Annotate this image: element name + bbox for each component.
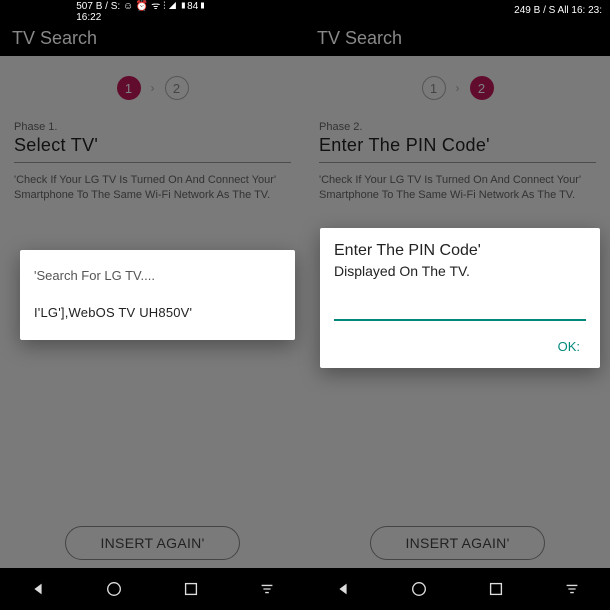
- home-icon[interactable]: [410, 580, 428, 598]
- dialog-title: 'Search For LG TV....: [34, 268, 281, 283]
- app-title: TV Search: [12, 28, 97, 49]
- insert-again-button[interactable]: INSERT AGAIN': [370, 526, 544, 560]
- step-2[interactable]: 2: [470, 76, 494, 100]
- app-bar: TV Search: [0, 21, 305, 56]
- app-title: TV Search: [317, 28, 402, 49]
- step-1[interactable]: 1: [117, 76, 141, 100]
- ok-button[interactable]: OK:: [334, 321, 586, 358]
- search-tv-dialog: 'Search For LG TV.... I'LG'],WebOS TV UH…: [20, 250, 295, 340]
- stepper: 1 › 2: [0, 56, 305, 115]
- insert-again-button[interactable]: INSERT AGAIN': [65, 526, 239, 560]
- pin-input[interactable]: [334, 293, 586, 321]
- recent-icon[interactable]: [182, 580, 200, 598]
- status-bar: 507 B / S: ☺ ⏰ ᯤ ⫶ ◢ ▮84▮ 16:22: [0, 0, 305, 21]
- step-2[interactable]: 2: [165, 76, 189, 100]
- back-icon[interactable]: [334, 580, 352, 598]
- step-1[interactable]: 1: [422, 76, 446, 100]
- help-text: 'Check If Your LG TV Is Turned On And Co…: [0, 163, 305, 213]
- phase-header: Phase 2. Enter The PIN Code': [305, 115, 610, 156]
- recent-icon[interactable]: [487, 580, 505, 598]
- chevron-right-icon: ›: [151, 81, 155, 95]
- phase-label: Phase 1.: [14, 121, 291, 133]
- chevron-right-icon: ›: [456, 81, 460, 95]
- back-icon[interactable]: [29, 580, 47, 598]
- phase-label: Phase 2.: [319, 121, 596, 133]
- menu-icon[interactable]: [258, 580, 276, 598]
- phase-title: Select TV': [14, 135, 291, 156]
- pin-dialog: Enter The PIN Code' Displayed On The TV.…: [320, 228, 600, 368]
- status-text-right: 249 B / S All 16: 23:: [514, 5, 602, 16]
- phase-header: Phase 1. Select TV': [0, 115, 305, 156]
- phone-right: 249 B / S All 16: 23: TV Search 1 › 2 Ph…: [305, 0, 610, 610]
- dialog-subtitle: Displayed On The TV.: [334, 263, 586, 279]
- dialog-title: Enter The PIN Code': [334, 242, 586, 260]
- phone-left: 507 B / S: ☺ ⏰ ᯤ ⫶ ◢ ▮84▮ 16:22 TV Searc…: [0, 0, 305, 610]
- tv-list-item[interactable]: I'LG'],WebOS TV UH850V': [34, 305, 281, 320]
- nav-bar: [0, 568, 305, 610]
- status-bar: 249 B / S All 16: 23:: [305, 0, 610, 21]
- menu-icon[interactable]: [563, 580, 581, 598]
- help-text: 'Check If Your LG TV Is Turned On And Co…: [305, 163, 610, 213]
- phase-title: Enter The PIN Code': [319, 135, 596, 156]
- nav-bar: [305, 568, 610, 610]
- home-icon[interactable]: [105, 580, 123, 598]
- app-bar: TV Search: [305, 21, 610, 56]
- stepper: 1 › 2: [305, 56, 610, 115]
- status-text-center: 507 B / S: ☺ ⏰ ᯤ ⫶ ◢ ▮84▮ 16:22: [76, 0, 229, 23]
